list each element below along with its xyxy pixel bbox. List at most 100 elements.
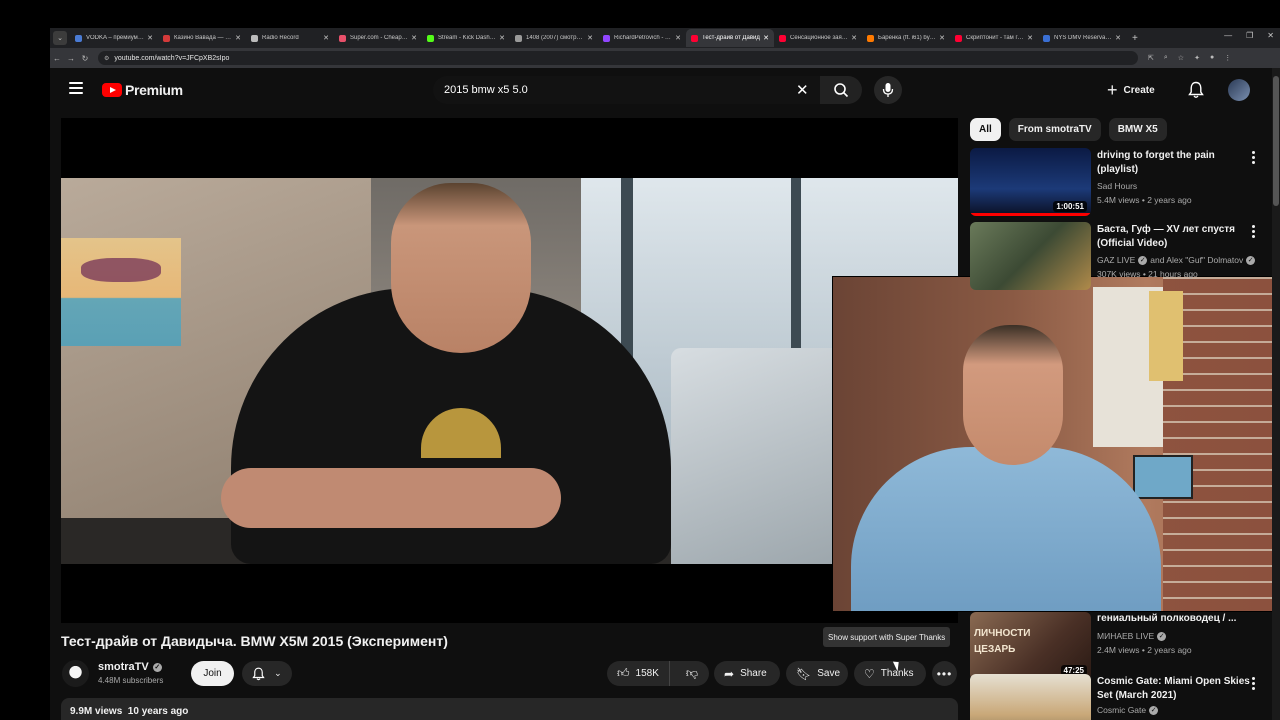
kebab-menu-icon[interactable] [1252, 151, 1256, 164]
youtube-logo[interactable]: Premium [102, 82, 183, 98]
tab-close-icon[interactable]: ✕ [1115, 34, 1121, 42]
tab-close-icon[interactable]: ✕ [411, 34, 417, 42]
youtube-play-icon [102, 83, 122, 97]
tab-close-icon[interactable]: ✕ [323, 34, 329, 42]
new-tab-icon[interactable]: + [1132, 33, 1138, 44]
account-avatar[interactable] [1228, 79, 1250, 101]
kebab-menu-icon[interactable] [1252, 677, 1256, 690]
video-thumbnail[interactable]: 1:00:51 [970, 148, 1091, 216]
video-thumbnail[interactable] [970, 674, 1091, 720]
chip-from-channel[interactable]: From smotraTV [1008, 118, 1101, 141]
browser-tab[interactable]: VODKA – премиум он ✕ [70, 29, 158, 47]
subscription-notifications-button[interactable]: ⌄ [242, 661, 292, 686]
voice-search-button[interactable] [874, 76, 902, 104]
channel-name-text: smotraTV [98, 661, 149, 673]
minimize-icon[interactable]: — [1224, 31, 1232, 40]
browser-tab[interactable]: Тест-драйв от Давид ✕ [686, 29, 774, 47]
rec-channel[interactable]: МИНАЕВ LIVE ✓ [1097, 631, 1167, 641]
share-button[interactable]: ➦ Share [714, 661, 780, 686]
video-thumbnail[interactable]: ЛИЧНОСТИ ЦЕЗАРЬ 47:25 [970, 612, 1091, 680]
verified-icon: ✓ [1157, 631, 1167, 641]
extension-icon[interactable]: ✦ [1194, 54, 1200, 62]
tab-close-icon[interactable]: ✕ [675, 34, 681, 42]
forward-icon[interactable]: → [64, 54, 78, 63]
back-icon[interactable]: ← [50, 54, 64, 63]
subscriber-count: 4.48M subscribers [98, 676, 164, 685]
screen: ⌄ VODKA – премиум он ✕ Казино Вавада — Офи… [0, 0, 1280, 720]
recommendation-item[interactable]: ЛИЧНОСТИ ЦЕЗАРЬ 47:25 гениальный полково… [970, 612, 1270, 682]
channel-avatar[interactable] [62, 660, 89, 687]
channel-name[interactable]: smotraTV ✓ [98, 661, 162, 673]
profile-icon[interactable]: ● [1210, 54, 1214, 62]
zoom-icon[interactable]: ⌕ [1164, 54, 1168, 62]
create-button[interactable]: + Create [1107, 79, 1155, 101]
window-controls: — ❐ ✕ [1224, 31, 1274, 40]
tab-favicon-icon [339, 34, 346, 42]
menu-icon[interactable]: ⋮ [1224, 54, 1231, 62]
chip-bmw-x5[interactable]: BMW X5 [1108, 118, 1167, 141]
clear-search-icon[interactable]: ✕ [796, 81, 809, 99]
tab-close-icon[interactable]: ✕ [499, 34, 505, 42]
browser-tab[interactable]: Stream - Kick Dashbo ✕ [422, 29, 510, 47]
browser-tab[interactable]: Скриптонит - там где ✕ [950, 29, 1038, 47]
dislike-button[interactable]: 👎︎ [676, 661, 708, 686]
tab-close-icon[interactable]: ✕ [851, 34, 857, 42]
rec-channel[interactable]: GAZ LIVE ✓ and Alex "Guf" Dolmatov ✓ [1097, 255, 1256, 265]
tab-favicon-icon [955, 34, 962, 42]
search-input[interactable]: 2015 bmw x5 5.0 [433, 76, 820, 104]
rec-title[interactable]: гениальный полководец / ... [1097, 612, 1255, 626]
more-actions-button[interactable]: ••• [932, 661, 957, 686]
video-thumbnail[interactable] [970, 222, 1091, 290]
rec-title[interactable]: Cosmic Gate: Miami Open Skies Set (March… [1097, 675, 1255, 703]
recommendation-item[interactable]: Cosmic Gate: Miami Open Skies Set (March… [970, 674, 1270, 720]
tab-close-icon[interactable]: ✕ [587, 34, 593, 42]
rec-title[interactable]: driving to forget the pain (playlist) [1097, 149, 1255, 177]
tab-label: Тест-драйв от Давид [702, 35, 760, 41]
url-field[interactable]: ⚙ youtube.com/watch?v=JFCpXB2sIpo [98, 51, 1138, 65]
tab-close-icon[interactable]: ✕ [1027, 34, 1033, 42]
kebab-menu-icon[interactable] [1252, 225, 1256, 238]
close-window-icon[interactable]: ✕ [1267, 31, 1274, 40]
recommendation-item[interactable]: Баста, Гуф — XV лет спустя (Official Vid… [970, 222, 1270, 292]
guide-menu-icon[interactable] [69, 82, 83, 94]
maximize-icon[interactable]: ❐ [1246, 31, 1253, 40]
browser-tab[interactable]: Radio Record ✕ [246, 29, 334, 47]
thanks-button[interactable]: ♡ Thanks [854, 661, 926, 686]
bookmark-star-icon[interactable]: ☆ [1178, 54, 1184, 62]
address-icons: ⇱ ⌕ ☆ ✦ ● ⋮ [1148, 54, 1231, 62]
browser-tab[interactable]: Сенсационное заявл ✕ [774, 29, 862, 47]
notifications-bell-icon[interactable] [1188, 81, 1204, 104]
rec-channel[interactable]: Cosmic Gate ✓ [1097, 705, 1159, 715]
install-icon[interactable]: ⇱ [1148, 54, 1154, 62]
reload-icon[interactable]: ↻ [78, 54, 92, 63]
description-box[interactable]: 9.9M views 10 years ago [61, 698, 958, 720]
tab-close-icon[interactable]: ✕ [939, 34, 945, 42]
join-button[interactable]: Join [191, 661, 234, 686]
search-icon [834, 83, 849, 98]
tab-close-icon[interactable]: ✕ [147, 34, 153, 42]
scrollbar-thumb[interactable] [1273, 76, 1279, 206]
browser-tab[interactable]: NYS DMV Reservation ✕ [1038, 29, 1126, 47]
rec-channel[interactable]: Sad Hours [1097, 181, 1137, 191]
chip-all[interactable]: All [970, 118, 1001, 141]
tab-search-icon[interactable]: ⌄ [53, 31, 67, 45]
tab-close-icon[interactable]: ✕ [763, 34, 769, 42]
browser-tab[interactable]: Super.com - Cheap ho ✕ [334, 29, 422, 47]
browser-tab[interactable]: 1408 (2007) смотреть ✕ [510, 29, 598, 47]
recommendation-item[interactable]: 1:00:51 driving to forget the pain (play… [970, 148, 1270, 218]
video-player[interactable] [61, 118, 958, 623]
rec-channel-extra: and Alex "Guf" Dolmatov [1150, 255, 1244, 265]
tab-label: 1408 (2007) смотреть [526, 35, 585, 41]
rec-title[interactable]: Баста, Гуф — XV лет спустя (Official Vid… [1097, 223, 1255, 251]
thumbnail-text: ЛИЧНОСТИ ЦЕЗАРЬ [974, 628, 1031, 655]
like-button[interactable]: 👍︎ 158K [607, 661, 670, 686]
site-info-icon[interactable]: ⚙ [104, 55, 109, 62]
tab-close-icon[interactable]: ✕ [235, 34, 241, 42]
browser-tab[interactable]: Баренка (ft. i61) by Pl ✕ [862, 29, 950, 47]
browser-tab[interactable]: Казино Вавада — Офи ✕ [158, 29, 246, 47]
save-button[interactable]: 🔖︎ Save [786, 661, 848, 686]
search-button[interactable] [820, 76, 862, 104]
browser-tab[interactable]: RichardPetrovich - Tw ✕ [598, 29, 686, 47]
rec-channel-name: GAZ LIVE [1097, 255, 1136, 265]
rec-channel-name: Cosmic Gate [1097, 705, 1147, 715]
